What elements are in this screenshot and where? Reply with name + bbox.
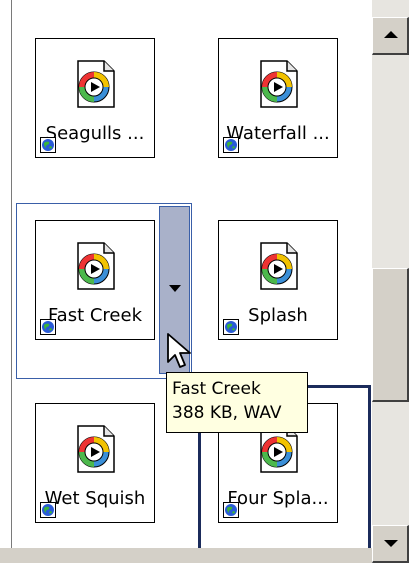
web-globe-icon [40, 137, 56, 153]
arrow-up-icon [384, 31, 398, 38]
clip-gallery: Seagulls ... Waterfall ... Fast Creek Sp… [0, 0, 409, 563]
gallery-item-splash[interactable]: Splash [218, 220, 338, 340]
sound-file-icon [255, 59, 301, 109]
gallery-item-seagulls[interactable]: Seagulls ... [35, 38, 155, 158]
arrow-down-icon [384, 540, 398, 547]
sound-file-icon [72, 424, 118, 474]
gallery-item-fast-creek[interactable]: Fast Creek [35, 220, 155, 340]
chevron-down-icon [169, 285, 181, 292]
sound-file-icon [255, 241, 301, 291]
web-globe-icon [40, 502, 56, 518]
gallery-item-wet-squish[interactable]: Wet Squish [35, 403, 155, 523]
scroll-up-button[interactable] [372, 17, 409, 55]
scrollbar-thumb[interactable] [372, 268, 409, 402]
mouse-pointer-icon [167, 333, 191, 368]
web-globe-icon [40, 319, 56, 335]
tooltip-details: 388 KB, WAV [172, 403, 282, 423]
web-globe-icon [223, 502, 239, 518]
sound-file-icon [72, 241, 118, 291]
tooltip-title: Fast Creek [172, 379, 261, 399]
pane-left-border [0, 0, 12, 563]
scroll-down-button[interactable] [372, 525, 409, 563]
web-globe-icon [223, 319, 239, 335]
sound-file-icon [72, 59, 118, 109]
gallery-item-waterfall[interactable]: Waterfall ... [218, 38, 338, 158]
item-tooltip: Fast Creek 388 KB, WAV [166, 372, 308, 433]
web-globe-icon [223, 137, 239, 153]
vertical-scrollbar[interactable] [372, 0, 409, 563]
pane-bottom-edge [0, 548, 372, 563]
